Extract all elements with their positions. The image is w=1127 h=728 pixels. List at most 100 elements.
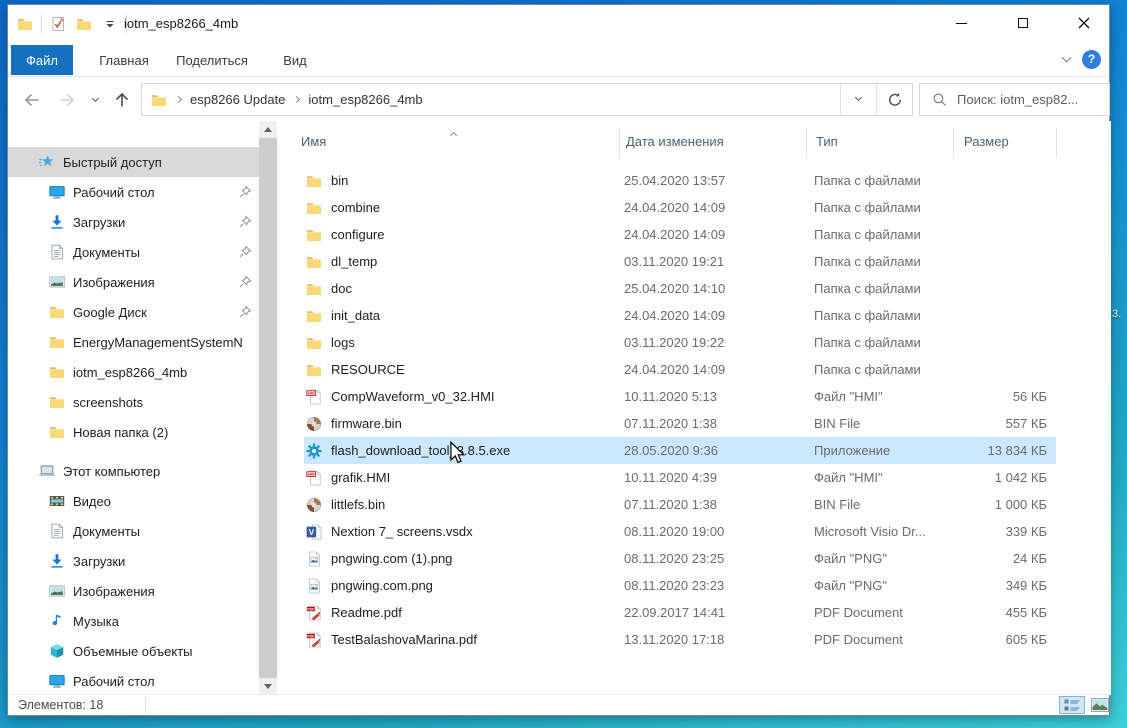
column-separator[interactable]: [806, 128, 807, 158]
status-bar: Элементов: 18: [8, 694, 1109, 715]
breadcrumb-segment[interactable]: iotm_esp8266_4mb: [308, 92, 422, 107]
sidebar-item[interactable]: Изображения: [8, 267, 259, 297]
help-button[interactable]: ?: [1082, 50, 1101, 69]
tab-view[interactable]: Вид: [268, 45, 322, 75]
disc-file-icon: [306, 416, 322, 432]
file-row[interactable]: combine24.04.2020 14:09Папка с файлами: [304, 194, 1056, 221]
details-view-button[interactable]: [1059, 696, 1085, 714]
column-header-type[interactable]: Тип: [816, 134, 838, 149]
close-icon: [1078, 17, 1090, 29]
column-header-date-modified[interactable]: Дата изменения: [626, 134, 724, 149]
sidebar-item[interactable]: Рабочий стол: [8, 177, 259, 207]
tab-file[interactable]: Файл: [11, 45, 73, 75]
sidebar-scrollbar[interactable]: [259, 121, 277, 695]
forward-button[interactable]: [55, 87, 81, 113]
file-date-modified: 24.04.2020 14:09: [624, 308, 814, 323]
file-row[interactable]: configure24.04.2020 14:09Папка с файлами: [304, 221, 1056, 248]
sidebar-item[interactable]: Музыка: [8, 606, 259, 636]
file-name-cell: HMIgrafik.HMI: [306, 470, 624, 486]
file-row[interactable]: pngwing.com (1).png08.11.2020 23:25Файл …: [304, 545, 1056, 572]
ribbon-collapse-icon[interactable]: [1062, 52, 1072, 62]
file-name-cell: firmware.bin: [306, 416, 624, 432]
file-row[interactable]: init_data24.04.2020 14:09Папка с файлами: [304, 302, 1056, 329]
thumbnail-view-button[interactable]: [1089, 696, 1110, 714]
file-size: 1 000 КБ: [966, 497, 1056, 512]
file-row[interactable]: logs03.11.2020 19:22Папка с файлами: [304, 329, 1056, 356]
scroll-up-button[interactable]: [259, 121, 277, 138]
column-separator[interactable]: [619, 128, 620, 158]
file-date-modified: 10.11.2020 5:13: [624, 389, 814, 404]
file-row[interactable]: pngwing.com.png08.11.2020 23:23Файл "PNG…: [304, 572, 1056, 599]
column-header-size[interactable]: Размер: [964, 134, 1009, 149]
chevron-right-icon: [175, 96, 182, 103]
search-input[interactable]: Поиск: iotm_esp82...: [919, 83, 1110, 116]
file-row[interactable]: littlefs.bin07.11.2020 1:38BIN File1 000…: [304, 491, 1056, 518]
file-row[interactable]: PDFTestBalashovaMarina.pdf13.11.2020 17:…: [304, 626, 1056, 653]
sidebar-item[interactable]: screenshots: [8, 387, 259, 417]
sidebar-item[interactable]: Google Диск: [8, 297, 259, 327]
properties-button[interactable]: [48, 13, 68, 35]
file-list-pane: ИмяДата измененияТипРазмер bin25.04.2020…: [284, 121, 1111, 695]
tab-share[interactable]: Поделиться: [169, 45, 255, 75]
file-date-modified: 03.11.2020 19:21: [624, 254, 814, 269]
tab-home[interactable]: Главная: [86, 45, 162, 75]
sidebar-item[interactable]: iotm_esp8266_4mb: [8, 357, 259, 387]
sidebar-item[interactable]: Загрузки: [8, 546, 259, 576]
customize-toolbar-button[interactable]: [100, 13, 120, 35]
column-header-name[interactable]: Имя: [301, 134, 326, 149]
file-row[interactable]: firmware.bin07.11.2020 1:38BIN File557 К…: [304, 410, 1056, 437]
file-row[interactable]: flash_download_tool_3.8.5.exe28.05.2020 …: [304, 437, 1056, 464]
file-row[interactable]: HMICompWaveform_v0_32.HMI10.11.2020 5:13…: [304, 383, 1056, 410]
column-separator[interactable]: [1056, 128, 1057, 158]
file-row[interactable]: dl_temp03.11.2020 19:21Папка с файлами: [304, 248, 1056, 275]
sidebar-item[interactable]: Документы: [8, 516, 259, 546]
close-button[interactable]: [1060, 5, 1107, 41]
sidebar-item[interactable]: Новая папка (2): [8, 417, 259, 447]
sidebar-item[interactable]: Этот компьютер: [8, 456, 259, 486]
scrollbar-thumb[interactable]: [259, 138, 277, 678]
new-folder-button[interactable]: [74, 13, 94, 35]
svg-text:PDF: PDF: [307, 607, 314, 611]
address-dropdown-button[interactable]: [840, 84, 876, 115]
sidebar-item[interactable]: Объемные объекты: [8, 636, 259, 666]
folder-icon: [49, 424, 65, 440]
minimize-button[interactable]: [938, 5, 985, 41]
file-row[interactable]: bin25.04.2020 13:57Папка с файлами: [304, 167, 1056, 194]
folder-icon: [306, 362, 322, 378]
sidebar-item[interactable]: Рабочий стол: [8, 666, 259, 695]
forward-arrow-icon: [58, 90, 78, 110]
column-separator[interactable]: [953, 128, 954, 158]
sidebar-item[interactable]: Загрузки: [8, 207, 259, 237]
folder-icon: [49, 394, 65, 410]
file-name-cell: bin: [306, 173, 624, 189]
address-bar[interactable]: esp8266 Update iotm_esp8266_4mb: [141, 83, 913, 116]
up-button[interactable]: [109, 87, 135, 113]
sidebar-item[interactable]: EnergyManagementSystemN: [8, 327, 259, 357]
explorer-window: iotm_esp8266_4mb Файл ГлавнаяПоделиться Ви…: [7, 4, 1110, 716]
recent-locations-button[interactable]: [86, 87, 104, 113]
file-name-cell: PDFReadme.pdf: [306, 605, 624, 621]
file-date-modified: 25.04.2020 14:10: [624, 281, 814, 296]
file-row[interactable]: VNextion 7_ screens.vsdx08.11.2020 19:00…: [304, 518, 1056, 545]
sidebar-item[interactable]: Видео: [8, 486, 259, 516]
back-button[interactable]: [18, 87, 44, 113]
png-file-icon: [306, 578, 322, 594]
file-size: 56 КБ: [966, 389, 1056, 404]
file-row[interactable]: RESOURCE24.04.2020 14:09Папка с файлами: [304, 356, 1056, 383]
file-size: 24 КБ: [966, 551, 1056, 566]
scroll-down-button[interactable]: [259, 678, 277, 695]
file-name-cell: PDFTestBalashovaMarina.pdf: [306, 632, 624, 648]
file-row[interactable]: HMIgrafik.HMI10.11.2020 4:39Файл "HMI"1 …: [304, 464, 1056, 491]
file-row[interactable]: doc25.04.2020 14:10Папка с файлами: [304, 275, 1056, 302]
file-name: firmware.bin: [331, 416, 402, 431]
system-menu-button[interactable]: [15, 13, 35, 35]
sidebar-item[interactable]: Изображения: [8, 576, 259, 606]
refresh-button[interactable]: [876, 84, 912, 115]
breadcrumb-segment[interactable]: esp8266 Update: [190, 92, 285, 107]
file-name-cell: flash_download_tool_3.8.5.exe: [306, 443, 624, 459]
file-row[interactable]: PDFReadme.pdf22.09.2017 14:41PDF Documen…: [304, 599, 1056, 626]
sidebar-item[interactable]: Документы: [8, 237, 259, 267]
sidebar-item[interactable]: Быстрый доступ: [8, 147, 259, 177]
file-type: Папка с файлами: [814, 362, 966, 377]
maximize-button[interactable]: [999, 5, 1046, 41]
